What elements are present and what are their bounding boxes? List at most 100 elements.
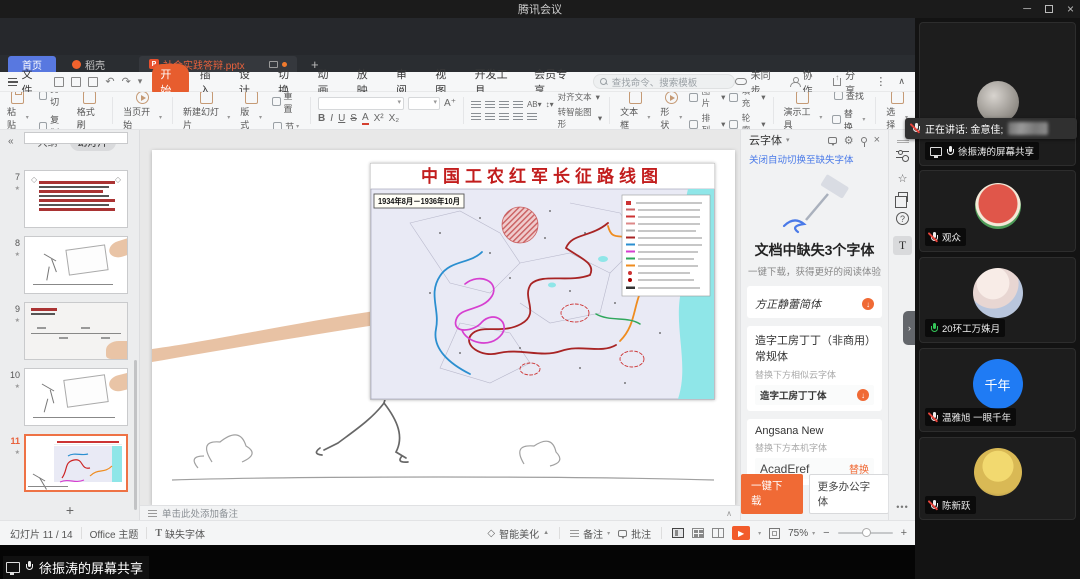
- theme-name[interactable]: Office 主题: [90, 526, 139, 541]
- comments-button[interactable]: 批注: [618, 526, 651, 541]
- italic-button[interactable]: I: [330, 113, 333, 124]
- zoom-slider-knob[interactable]: [862, 528, 871, 537]
- slide-sorter-view-icon[interactable]: [692, 528, 704, 538]
- cloud-download-icon[interactable]: ↓: [857, 389, 869, 401]
- underline-button[interactable]: U: [338, 113, 345, 124]
- panel-drag-handle[interactable]: [889, 140, 916, 143]
- slide-thumbnail-8[interactable]: 8★: [0, 236, 140, 294]
- font-panel-title[interactable]: 云字体▾: [749, 132, 790, 148]
- cloud-download-icon[interactable]: ↓: [862, 298, 874, 310]
- maximize-icon[interactable]: [1045, 5, 1053, 13]
- video-tile-screen-share[interactable]: 徐振涛的屏幕共享: [919, 22, 1076, 166]
- cut-button[interactable]: 剪切: [36, 92, 70, 109]
- bold-button[interactable]: B: [318, 113, 325, 124]
- presentation-tools-button[interactable]: 演示工具▾: [781, 92, 826, 130]
- picture-button[interactable]: 图片▾: [689, 92, 725, 109]
- align-right-icon[interactable]: [499, 112, 509, 121]
- feedback-icon[interactable]: [828, 137, 837, 144]
- align-center-icon[interactable]: [485, 112, 495, 121]
- new-slide-button[interactable]: 新建幻灯片▾: [180, 92, 233, 130]
- notes-toggle-button[interactable]: 备注▾: [570, 526, 610, 541]
- shape-button[interactable]: 形状▾: [657, 92, 685, 130]
- notes-collapse-icon[interactable]: ∧: [726, 509, 732, 518]
- tab-docer[interactable]: 稻壳: [62, 56, 115, 72]
- taskbar-screen-share-label[interactable]: 徐振涛的屏幕共享: [3, 556, 149, 579]
- slide-thumbnail-10[interactable]: 10★: [0, 368, 140, 426]
- disable-auto-switch-link[interactable]: 关闭自动切换至缺失字体: [741, 150, 888, 168]
- align-text-button[interactable]: 对齐文本▾: [558, 92, 602, 103]
- video-tile-audience[interactable]: 观众: [919, 170, 1076, 252]
- layout-button[interactable]: 版式▾: [237, 92, 265, 130]
- slide-thumbnail-11-active[interactable]: 11★: [0, 434, 140, 492]
- undo-icon[interactable]: ↶: [105, 75, 114, 88]
- normal-view-icon[interactable]: [672, 528, 684, 538]
- bullet-list-icon[interactable]: [471, 100, 481, 109]
- smart-graphic-button[interactable]: 转智能图形▾: [558, 106, 602, 130]
- superscript-button[interactable]: X²: [374, 113, 384, 124]
- download-all-button[interactable]: 一键下载: [741, 474, 803, 514]
- help-icon[interactable]: ?: [889, 212, 916, 225]
- subscript-button[interactable]: X₂: [389, 113, 400, 124]
- play-from-current-button[interactable]: 当页开始▾: [120, 92, 165, 130]
- missing-fonts-status[interactable]: 缺失字体: [165, 526, 205, 541]
- pin-icon[interactable]: [861, 137, 867, 143]
- outline-button[interactable]: 轮廓▾: [729, 112, 765, 130]
- text-direction-icon[interactable]: AB▾: [527, 100, 542, 109]
- pages-icon[interactable]: [889, 192, 916, 202]
- slideshow-play-button[interactable]: ▶: [732, 526, 750, 540]
- panel-close-icon[interactable]: ×: [874, 134, 880, 146]
- preview-icon[interactable]: [88, 77, 98, 87]
- zoom-level[interactable]: 75%▾: [788, 528, 815, 539]
- redo-icon[interactable]: ↷: [122, 75, 131, 88]
- reset-button[interactable]: 重置: [269, 92, 303, 116]
- add-slide-button[interactable]: +: [0, 502, 140, 518]
- zoom-out-button[interactable]: −: [823, 527, 829, 539]
- line-spacing-icon[interactable]: ↕▾: [546, 100, 554, 109]
- font-family-select[interactable]: [318, 97, 404, 110]
- font-grow-icon[interactable]: A⁺: [444, 98, 456, 109]
- minimize-icon[interactable]: ─: [1023, 3, 1031, 15]
- save-icon[interactable]: [54, 77, 64, 87]
- effects-wand-icon[interactable]: ☆: [889, 172, 916, 185]
- replace-button[interactable]: 替换▾: [829, 106, 868, 131]
- more-menu-icon[interactable]: ⋮: [875, 75, 886, 88]
- command-search-input[interactable]: 查找命令、搜索模板: [593, 74, 735, 89]
- close-icon[interactable]: ×: [1067, 2, 1074, 16]
- video-tile-participant[interactable]: 20环工万姝月: [919, 257, 1076, 343]
- justify-icon[interactable]: [513, 112, 523, 121]
- textbox-button[interactable]: 文本框▾: [617, 92, 653, 130]
- quickbar-dropdown-icon[interactable]: ▾: [138, 76, 143, 87]
- font-color-button[interactable]: A: [362, 113, 369, 125]
- slide-canvas[interactable]: 中国工农红军长征路线图: [140, 130, 740, 505]
- find-button[interactable]: 查找: [829, 92, 868, 103]
- numbered-list-icon[interactable]: [485, 100, 495, 109]
- zoom-in-button[interactable]: +: [901, 527, 907, 539]
- format-painter-button[interactable]: 格式刷: [74, 92, 105, 130]
- strikethrough-button[interactable]: S: [350, 113, 357, 124]
- thumbnail-scrollbar[interactable]: [134, 360, 137, 510]
- slide-thumbnail-partial[interactable]: [24, 132, 128, 144]
- slide-11[interactable]: 中国工农红军长征路线图: [152, 150, 735, 505]
- font-card-2[interactable]: 造字工房丁丁（非商用）常规体 替换下方相似云字体 造字工房丁丁体 ↓: [747, 326, 882, 411]
- indent-decrease-icon[interactable]: [499, 100, 509, 109]
- video-tile-participant[interactable]: 千年 温雅旭 一眼千年: [919, 348, 1076, 432]
- more-fonts-button[interactable]: 更多办公字体: [809, 474, 889, 514]
- fit-to-window-icon[interactable]: [769, 528, 780, 539]
- slide-thumbnail-9[interactable]: 9★: [0, 302, 140, 360]
- settings-gear-icon[interactable]: ⚙: [844, 134, 854, 147]
- properties-icon[interactable]: [889, 148, 916, 161]
- font-size-select[interactable]: [408, 97, 440, 110]
- indent-increase-icon[interactable]: [513, 100, 523, 109]
- video-tile-participant[interactable]: 陈新跃: [919, 437, 1076, 520]
- reading-view-icon[interactable]: [712, 528, 724, 538]
- distribute-icon[interactable]: [527, 112, 537, 121]
- arrange-button[interactable]: 排列▾: [689, 112, 725, 130]
- long-march-map[interactable]: 中国工农红军长征路线图: [370, 163, 715, 400]
- paste-button[interactable]: 粘贴▾: [4, 92, 32, 130]
- copy-button[interactable]: 复制: [36, 112, 70, 130]
- panel-collapse-icon[interactable]: «: [8, 136, 14, 147]
- more-tools-icon[interactable]: •••: [889, 502, 916, 512]
- slide-thumbnail-7[interactable]: 7★ ◇ ◇: [0, 170, 140, 228]
- fill-button[interactable]: 填充▾: [729, 92, 765, 109]
- font-card-1[interactable]: 方正静蕾简体 ↓: [747, 286, 882, 318]
